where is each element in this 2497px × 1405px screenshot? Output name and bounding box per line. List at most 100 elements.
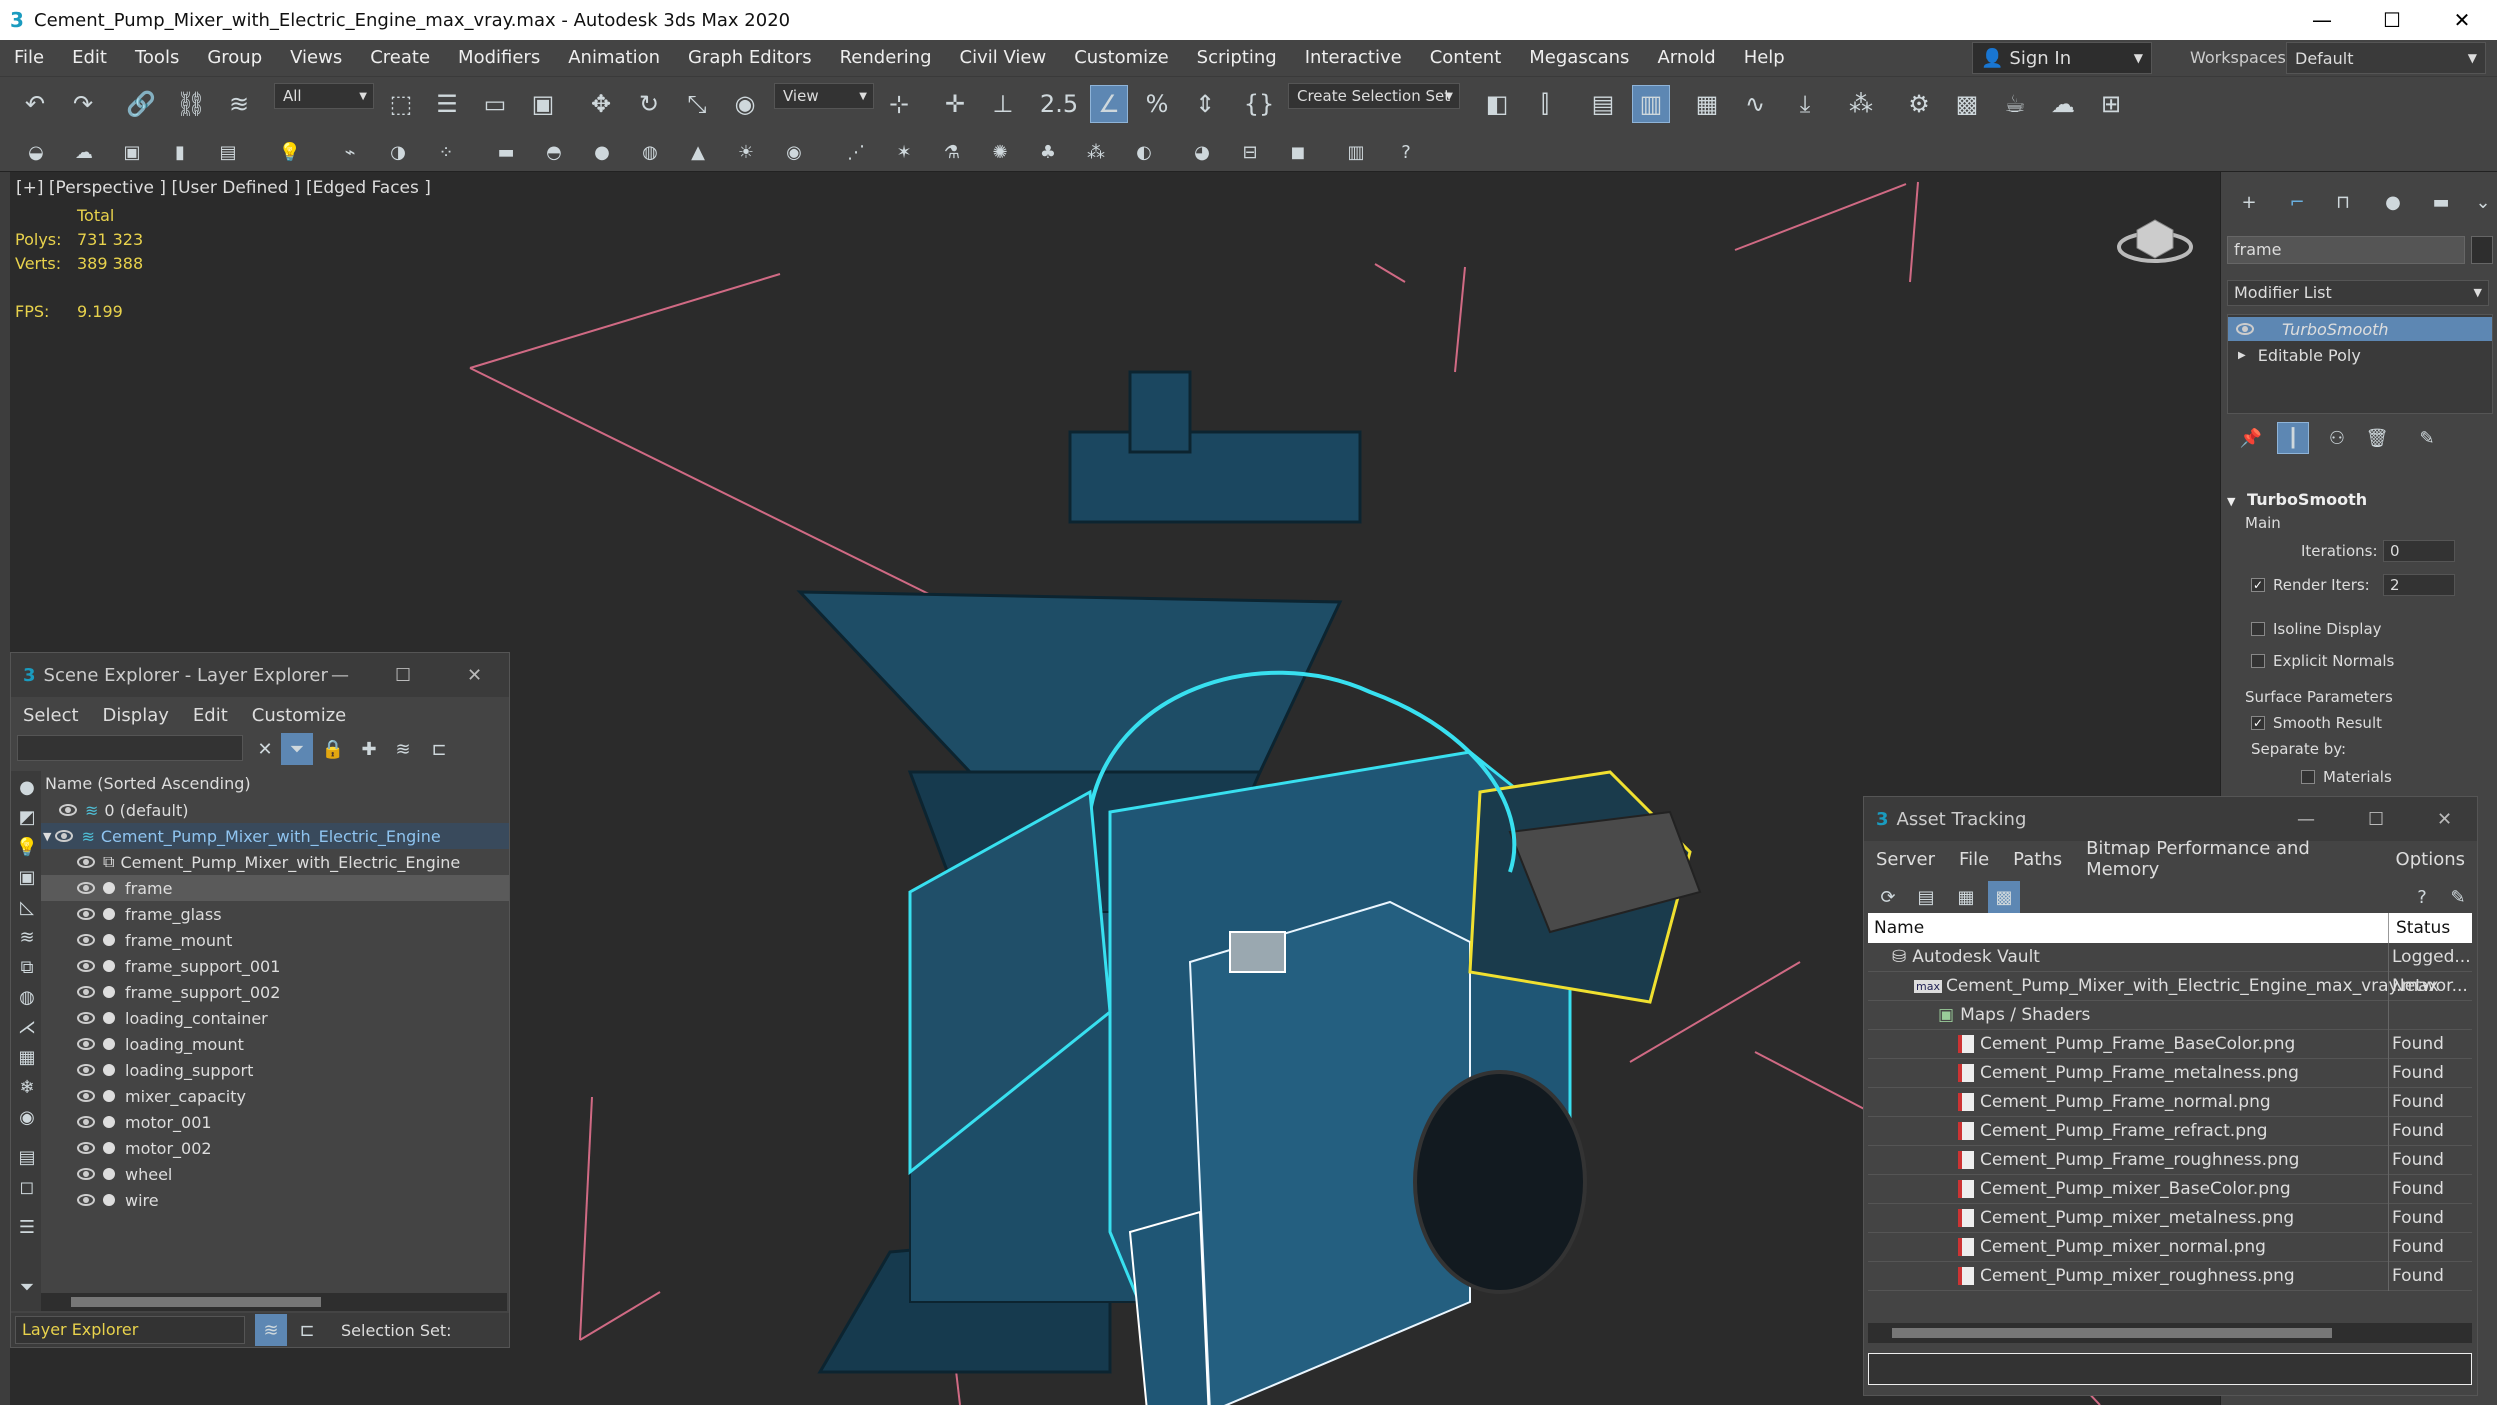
eye-icon[interactable] — [77, 1038, 95, 1050]
texture-icon[interactable]: ⊟ — [1234, 136, 1266, 168]
menu-modifiers[interactable]: Modifiers — [444, 40, 554, 76]
curve-editor-icon[interactable]: ∿ — [1736, 85, 1774, 123]
asset-row[interactable]: ▣ Maps / Shaders — [1868, 1001, 2472, 1030]
move-icon[interactable]: ✥ — [582, 85, 620, 123]
hierarchy-icon[interactable]: ⊏ — [291, 1314, 323, 1346]
object-row-loading_mount[interactable]: loading_mount — [41, 1031, 509, 1057]
cone-icon[interactable]: ▲ — [682, 136, 714, 168]
checkbox[interactable] — [2301, 770, 2315, 784]
display-lights-icon[interactable]: 💡 — [11, 831, 43, 863]
object-row-group[interactable]: ⧉ Cement_Pump_Mixer_with_Electric_Engine — [41, 849, 509, 875]
menu-options[interactable]: Options — [2384, 849, 2477, 870]
stack-item-turbosmooth[interactable]: TurboSmooth — [2228, 317, 2492, 341]
checkbox-checked[interactable]: ✓ — [2251, 716, 2265, 730]
display-cameras-icon[interactable]: ▣ — [11, 861, 43, 893]
lock-icon[interactable]: 🔒 — [317, 733, 349, 765]
checkbox[interactable] — [2251, 622, 2265, 636]
display-spacewarps-icon[interactable]: ≋ — [11, 921, 43, 953]
isoline-display-toggle[interactable]: Isoline Display — [2251, 620, 2382, 638]
hierarchy-tab-icon[interactable]: ⊓ — [2327, 186, 2359, 218]
object-row-motor_001[interactable]: motor_001 — [41, 1109, 509, 1135]
eye-icon[interactable] — [77, 1168, 95, 1180]
eye-icon[interactable] — [77, 1116, 95, 1128]
iterations-spinner[interactable]: 0 — [2383, 540, 2455, 562]
turbosmooth-rollout-title[interactable]: ▼ TurboSmooth — [2227, 490, 2367, 509]
modifier-list-dropdown[interactable]: Modifier List ▼ — [2227, 280, 2489, 306]
scatter-icon[interactable]: ⁂ — [1080, 136, 1112, 168]
eye-icon[interactable] — [77, 1064, 95, 1076]
materials-toggle[interactable]: Materials — [2301, 768, 2392, 786]
new-layer-icon[interactable]: ✚ — [353, 733, 385, 765]
asset-row[interactable]: Cement_Pump_mixer_BaseColor.png Found — [1868, 1175, 2472, 1204]
maximize-button[interactable]: ☐ — [395, 665, 411, 686]
layer-row-root[interactable]: ▼ ≋ Cement_Pump_Mixer_with_Electric_Engi… — [41, 823, 509, 849]
object-row-motor_002[interactable]: motor_002 — [41, 1135, 509, 1161]
eye-icon[interactable] — [77, 882, 95, 894]
make-unique-icon[interactable]: ⚇ — [2321, 422, 2353, 454]
light-bulb-icon[interactable]: 💡 — [274, 136, 306, 168]
object-row-frame_support_002[interactable]: frame_support_002 — [41, 979, 509, 1005]
render-iterative-icon[interactable]: ☁ — [2044, 85, 2082, 123]
minimize-button[interactable]: — — [2287, 0, 2357, 40]
maximize-button[interactable]: ☐ — [2357, 0, 2427, 40]
display-xrefs-icon[interactable]: ◍ — [11, 981, 43, 1013]
redo-icon[interactable]: ↷ — [64, 85, 102, 123]
teapot-icon[interactable]: ◒ — [20, 136, 52, 168]
asset-row[interactable]: max Cement_Pump_Mixer_with_Electric_Engin… — [1868, 972, 2472, 1001]
selection-set-dropdown[interactable]: Create Selection Set ▼ — [1288, 83, 1460, 109]
asset-row[interactable]: Cement_Pump_mixer_normal.png Found — [1868, 1233, 2472, 1262]
display-none-icon[interactable]: ◻ — [11, 1171, 43, 1203]
snaps-toggle-icon[interactable]: 2.5 — [1040, 85, 1078, 123]
menu-views[interactable]: Views — [276, 40, 356, 76]
spinner-snap-icon[interactable]: ⇕ — [1186, 85, 1224, 123]
asset-path-field[interactable] — [1868, 1353, 2472, 1385]
menu-file[interactable]: File — [1947, 849, 2001, 870]
layer-manager-icon[interactable]: ▤ — [1584, 85, 1622, 123]
object-row-loading_container[interactable]: loading_container — [41, 1005, 509, 1031]
menu-interactive[interactable]: Interactive — [1291, 40, 1416, 76]
layers-icon[interactable]: ≋ — [387, 733, 419, 765]
chevron-down-icon[interactable]: ▼ — [43, 830, 51, 843]
display-invert-icon[interactable]: ☰ — [11, 1211, 43, 1243]
cloud-icon[interactable]: ☁ — [68, 136, 100, 168]
fire-icon[interactable]: ✶ — [888, 136, 920, 168]
eye-icon[interactable] — [77, 1090, 95, 1102]
menu-group[interactable]: Group — [193, 40, 276, 76]
frame-buffer-icon[interactable]: ▥ — [1340, 136, 1372, 168]
menu-display[interactable]: Display — [91, 705, 181, 726]
object-row-frame_glass[interactable]: frame_glass — [41, 901, 509, 927]
scale-icon[interactable]: ⤡ — [678, 85, 716, 123]
track-icon[interactable]: ◑ — [382, 136, 414, 168]
torus-icon[interactable]: ◍ — [634, 136, 666, 168]
scene-explorer-icon[interactable]: ▥ — [1632, 85, 1670, 123]
search-input[interactable] — [17, 735, 243, 761]
column-header-name[interactable]: Name — [1874, 918, 1924, 938]
list-view-icon[interactable]: ▤ — [1910, 881, 1942, 913]
display-all-icon[interactable]: ▤ — [11, 1141, 43, 1173]
stack-item-editable-poly[interactable]: ▶ Editable Poly — [2228, 343, 2492, 367]
display-groups-icon[interactable]: ⧉ — [11, 951, 43, 983]
display-containers-icon[interactable]: ▦ — [11, 1041, 43, 1073]
sign-in-button[interactable]: 👤 Sign In ▼ — [1972, 42, 2152, 74]
select-by-name-icon[interactable]: ☰ — [428, 85, 466, 123]
workspaces-dropdown[interactable]: Default ▼ — [2286, 42, 2486, 74]
rect-selection-icon[interactable]: ▭ — [476, 85, 514, 123]
asset-row[interactable]: Cement_Pump_Frame_metalness.png Found — [1868, 1059, 2472, 1088]
menu-help[interactable]: Help — [1730, 40, 1799, 76]
render-setup-icon[interactable]: ⚙ — [1900, 85, 1938, 123]
cylinder-icon[interactable]: ▮ — [164, 136, 196, 168]
ribbon-icon[interactable]: ▦ — [1688, 85, 1726, 123]
help-icon[interactable]: ? — [2406, 881, 2438, 913]
hierarchy-icon[interactable]: ⊏ — [423, 733, 455, 765]
place-icon[interactable]: ◉ — [726, 85, 764, 123]
menu-customize[interactable]: Customize — [1060, 40, 1182, 76]
render-grid-icon[interactable]: ⊞ — [2092, 85, 2130, 123]
funnel-icon[interactable]: ⏷ — [11, 1271, 43, 1303]
utilities-tab-icon[interactable]: ⌄ — [2467, 186, 2497, 218]
settings-icon[interactable]: ✎ — [2442, 881, 2474, 913]
percent-snap-icon[interactable]: % — [1138, 85, 1176, 123]
panel-icon[interactable]: ▤ — [212, 136, 244, 168]
chevron-right-icon[interactable]: ▶ — [2238, 350, 2246, 361]
rotate-icon[interactable]: ↻ — [630, 85, 668, 123]
layers-icon[interactable]: ≋ — [255, 1314, 287, 1346]
